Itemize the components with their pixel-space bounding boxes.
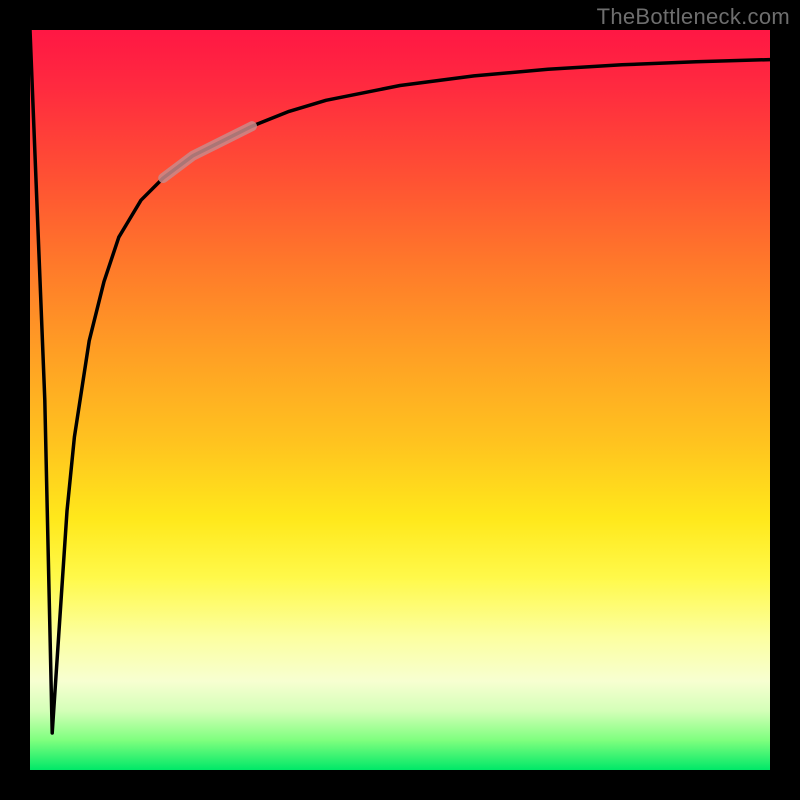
bottleneck-curve <box>30 30 770 733</box>
watermark-text: TheBottleneck.com <box>597 4 790 30</box>
plot-area <box>30 30 770 770</box>
highlight-segment <box>163 126 252 178</box>
chart-frame: TheBottleneck.com <box>0 0 800 800</box>
curve-layer <box>30 30 770 770</box>
